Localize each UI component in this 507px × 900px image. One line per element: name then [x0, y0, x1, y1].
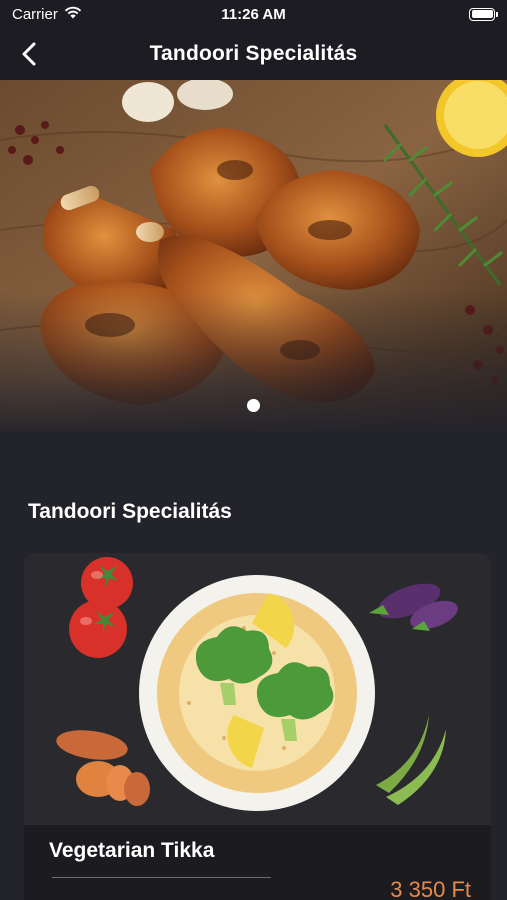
hero-image-chicken-drumsticks — [0, 80, 507, 432]
wifi-icon — [64, 6, 82, 23]
page-title: Tandoori Specialitás — [149, 42, 358, 65]
status-left: Carrier — [12, 6, 82, 23]
status-bar: Carrier 11:26 AM — [0, 0, 507, 28]
battery-level — [471, 10, 493, 18]
sweet-potato-icon — [56, 730, 150, 806]
chevron-left-icon — [22, 42, 36, 66]
product-image-vegetable-rice-plate — [24, 553, 491, 825]
back-button[interactable] — [10, 34, 50, 74]
product-info: Vegetarian Tikka 3 350 Ft — [24, 825, 491, 900]
okra-icon — [376, 715, 446, 805]
navigation-bar: Tandoori Specialitás — [0, 28, 507, 80]
tomato-icon — [69, 557, 133, 658]
divider — [52, 877, 271, 878]
section-title: Tandoori Specialitás — [28, 500, 232, 523]
battery-icon — [469, 7, 498, 21]
product-image-svg — [56, 557, 458, 811]
carrier-label: Carrier — [12, 5, 58, 23]
product-name: Vegetarian Tikka — [49, 839, 215, 862]
eggplant-icon — [369, 583, 458, 631]
hero-carousel[interactable] — [0, 80, 507, 432]
app-screen: Carrier 11:26 AM Tandoori Specialitás Ta… — [0, 0, 507, 900]
product-price: 3 350 Ft — [390, 877, 471, 900]
product-card[interactable]: Vegetarian Tikka 3 350 Ft — [24, 553, 491, 900]
plate-icon — [139, 575, 375, 811]
carousel-page-indicator[interactable] — [247, 399, 260, 412]
